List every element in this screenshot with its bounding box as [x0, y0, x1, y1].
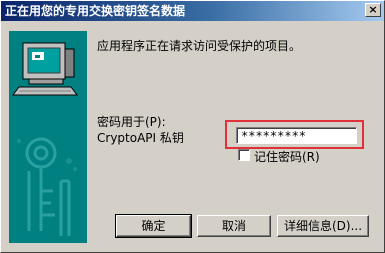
details-button[interactable]: 详细信息(D)... [277, 215, 369, 237]
window-title: 正在用您的专用交换密钥签名数据 [5, 4, 186, 18]
close-icon: × [368, 3, 378, 16]
title-bar[interactable]: 正在用您的专用交换密钥签名数据 × [1, 1, 384, 21]
ok-button[interactable]: 确定 [115, 214, 192, 238]
password-input[interactable] [236, 127, 357, 144]
close-button[interactable]: × [365, 3, 381, 17]
remember-password-checkbox[interactable] [238, 149, 250, 161]
cancel-button-label: 取消 [221, 219, 246, 233]
computer-key-icon [9, 31, 87, 243]
cancel-button[interactable]: 取消 [197, 215, 271, 237]
ok-button-label: 确定 [141, 219, 166, 233]
remember-password-label[interactable]: 记住密码(R) [254, 148, 320, 165]
request-message: 应用程序正在请求访问受保护的项目。 [97, 39, 302, 53]
security-illustration [9, 31, 87, 243]
dialog-window: 正在用您的专用交换密钥签名数据 × 应用程序正在请求访问受保护的项目。 密码用于… [0, 0, 385, 253]
password-for-label: 密码用于(P): [97, 115, 166, 129]
details-button-label: 详细信息(D)... [283, 219, 363, 233]
key-name: CryptoAPI 私钥 [97, 131, 184, 145]
